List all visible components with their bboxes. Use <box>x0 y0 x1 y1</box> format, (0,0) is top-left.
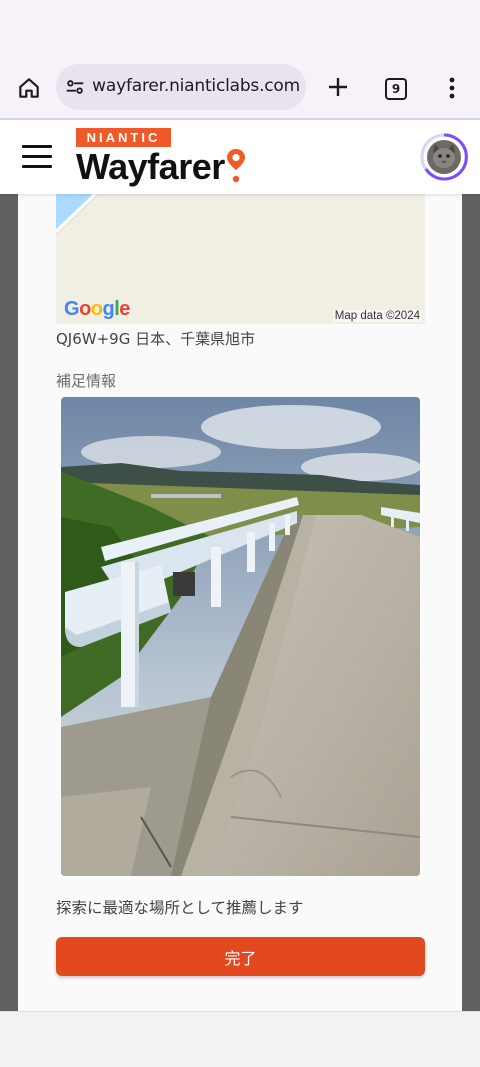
tune-icon[interactable] <box>64 76 86 98</box>
niantic-badge: NIANTIC <box>76 128 171 147</box>
home-icon <box>19 78 39 98</box>
location-map[interactable]: Google Map data ©2024 <box>56 194 425 324</box>
status-bar <box>0 0 480 60</box>
supplementary-photo[interactable] <box>61 397 420 876</box>
bottom-system-bar <box>0 1011 480 1067</box>
google-logo: Google <box>64 298 130 320</box>
photo-guardrail-bridge <box>61 397 420 876</box>
recommendation-text: 探索に最適な場所として推薦します <box>56 899 304 917</box>
browser-toolbar: wayfarer.nianticlabs.com 9 <box>0 60 480 118</box>
site-header: NIANTIC Wayfarer <box>0 120 480 194</box>
browser-menu-button[interactable] <box>440 71 464 105</box>
plus-icon <box>329 78 347 96</box>
submission-card: Google Map data ©2024 QJ6W+9G 日本、千葉県旭市 補… <box>18 194 462 1011</box>
new-tab-button[interactable] <box>322 71 354 103</box>
address-bar[interactable]: wayfarer.nianticlabs.com <box>56 64 306 110</box>
location-address: QJ6W+9G 日本、千葉県旭市 <box>56 330 256 348</box>
tab-switcher-icon: 9 <box>385 78 407 100</box>
avatar[interactable] <box>420 133 468 181</box>
map-pin-icon <box>227 149 245 183</box>
hamburger-icon[interactable] <box>22 145 52 169</box>
wayfarer-logo-text: Wayfarer <box>76 146 225 187</box>
url-text-clip: wayfarer.nianticlabs.com <box>92 76 302 98</box>
supplementary-info-label: 補足情報 <box>56 372 117 390</box>
tab-count: 9 <box>391 82 401 96</box>
done-button[interactable]: 完了 <box>56 937 425 976</box>
avatar-image <box>420 133 468 181</box>
map-credit[interactable]: Map data ©2024 <box>332 310 422 322</box>
tab-switcher-button[interactable]: 9 <box>381 74 411 104</box>
more-vert-icon <box>449 77 455 99</box>
url-text: wayfarer.nianticlabs.com <box>92 76 300 96</box>
home-button[interactable] <box>12 71 46 105</box>
